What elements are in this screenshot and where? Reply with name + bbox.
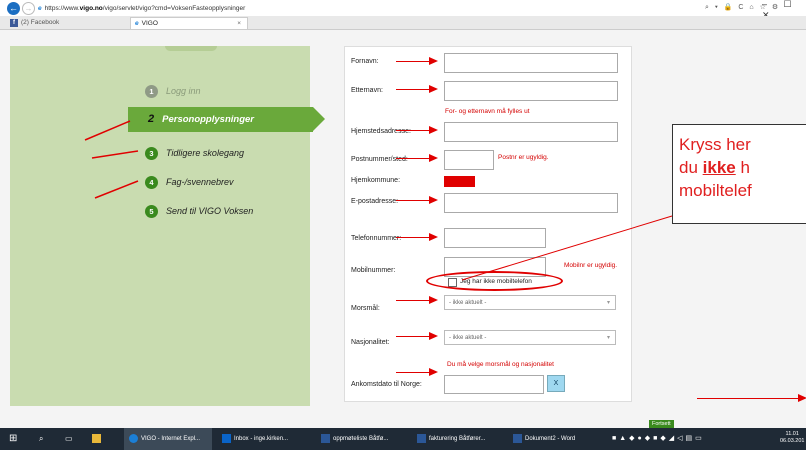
annotation-lines [84,120,673,281]
clock[interactable]: 11.01 06.03.201 [780,431,804,445]
callout-line3: mobiltelef [679,181,752,200]
word-icon [513,433,522,443]
file-explorer-icon[interactable] [92,428,104,450]
taskbar-item-ie[interactable]: VIGO - Internet Expl... [124,428,212,450]
taskbar-item-word-1[interactable]: oppmøteliste Båtfø... [321,428,388,450]
taskbar-item-word-3[interactable]: Dokument2 - Word [513,428,575,450]
taskbar-item-word-2[interactable]: fakturering Båtfører... [417,428,485,450]
ie-icon [129,433,138,443]
callout-line2: du ikke h [679,158,750,177]
task-view-icon[interactable]: ▭ [65,428,73,450]
outlook-icon [222,433,231,443]
sidebar-arrow-1 [84,120,131,141]
annotation-callout: Kryss her du ikke h mobiltelef [672,124,806,224]
system-tray-icons[interactable]: ■▲◆●◆■◆◢◁▤▭ [612,428,705,450]
taskbar-item-outlook[interactable]: Inbox - inge.kirken... [222,428,288,450]
word-icon [417,433,426,443]
callout-pointer-line [461,215,673,281]
word-icon [321,433,330,443]
clock-date: 06.03.201 [780,438,805,444]
clock-time: 11.01 [785,431,799,437]
callout-line1: Kryss her [679,135,751,154]
search-icon[interactable]: ⌕ [39,428,43,450]
windows-start-icon[interactable]: ⊞ [9,428,17,450]
sidebar-arrow-3 [94,180,139,199]
sidebar-arrow-2 [91,150,139,159]
